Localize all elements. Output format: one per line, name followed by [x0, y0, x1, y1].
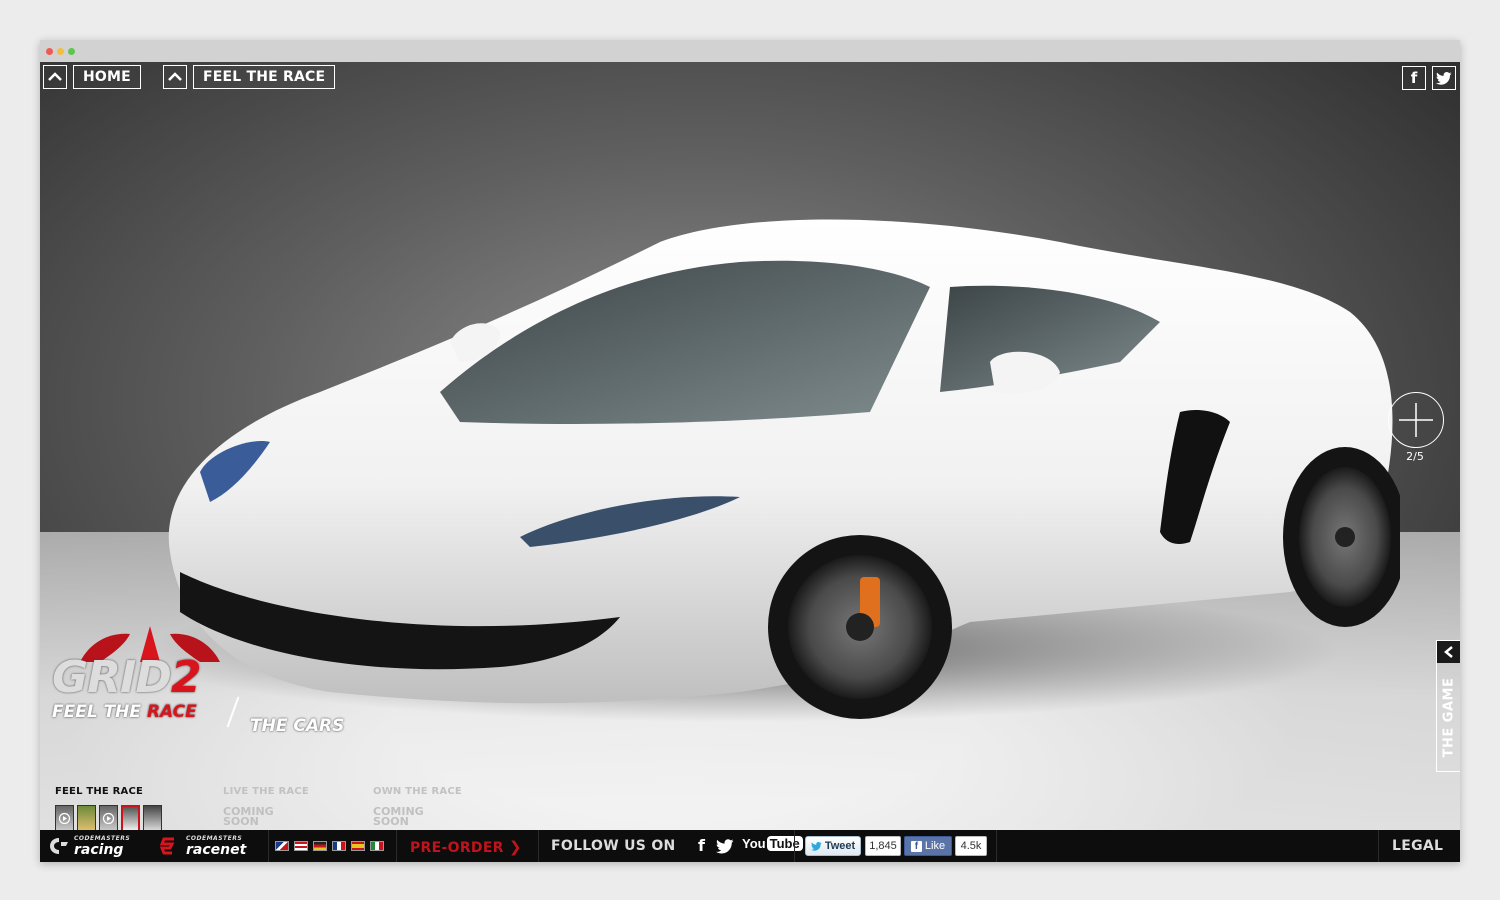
twitter-top-button[interactable] [1432, 66, 1456, 90]
window-minimize-dot[interactable] [57, 48, 64, 55]
flag-uk[interactable] [275, 841, 289, 851]
slide-counter: 2/5 [1406, 450, 1424, 463]
like-count: 4.5k [955, 836, 987, 856]
racenet-icon [160, 837, 175, 855]
feel-the-race-nav-label: FEEL THE RACE [203, 69, 326, 85]
flag-us[interactable] [294, 841, 308, 851]
window-titlebar [40, 40, 1460, 62]
twitter-icon [1436, 71, 1452, 85]
tweet-label: Tweet [824, 840, 856, 852]
flag-es[interactable] [351, 841, 365, 851]
section-title-feel: FEEL THE RACE [55, 786, 144, 797]
chevron-up-icon [48, 72, 62, 81]
feel-up-button[interactable] [163, 65, 187, 89]
logo-grid-text: GRID2 [52, 652, 202, 703]
play-icon [58, 812, 71, 825]
footer-divider [268, 830, 269, 862]
twitter-icon[interactable] [716, 839, 734, 854]
thumbnail-active-car[interactable] [121, 805, 140, 830]
codemasters-racenet-link[interactable]: CODEMASTERS racenet [186, 836, 246, 859]
footer-bar: CODEMASTERS racing CODEMASTERS racenet PRE… [40, 830, 1460, 862]
facebook-like-button[interactable]: f Like [904, 836, 952, 856]
play-icon [102, 812, 115, 825]
thumbnail-image-5[interactable] [143, 805, 162, 830]
home-nav-button[interactable]: HOME [73, 65, 141, 89]
footer-divider [396, 830, 397, 862]
section-title-own: OWN THE RACE [373, 786, 462, 797]
footer-divider [794, 830, 795, 862]
window-close-dot[interactable] [46, 48, 53, 55]
live-coming-soon: COMING SOON [223, 805, 274, 828]
thumbnail-strip [55, 805, 162, 830]
flag-fr[interactable] [332, 841, 346, 851]
thumbnail-video-1[interactable] [55, 805, 74, 830]
like-label: Like [924, 840, 946, 852]
zoom-button[interactable] [1388, 392, 1444, 448]
thumbnail-video-3[interactable] [99, 805, 118, 830]
legal-link[interactable]: LEGAL [1392, 838, 1443, 854]
chevron-left-icon [1443, 646, 1453, 658]
tweet-button[interactable]: Tweet [805, 836, 861, 856]
section-title-live: LIVE THE RACE [223, 786, 309, 797]
codemasters-racing-link[interactable]: CODEMASTERS racing [74, 836, 130, 859]
twitter-bird-icon [810, 841, 822, 851]
window-zoom-dot[interactable] [68, 48, 75, 55]
home-up-button[interactable] [43, 65, 67, 89]
plus-icon [1399, 403, 1433, 437]
facebook-square-icon: f [910, 840, 922, 852]
section-own-the-race: OWN THE RACE COMING SOON [373, 786, 462, 827]
thumbnail-image-2[interactable] [77, 805, 96, 830]
home-nav-label: HOME [83, 69, 131, 85]
section-live-the-race: LIVE THE RACE COMING SOON [223, 786, 309, 827]
side-tab-arrow[interactable] [1437, 641, 1460, 663]
browser-window: HOME FEEL THE RACE f 2/5 THE GAME GRID2 … [40, 40, 1460, 862]
facebook-icon[interactable]: f [698, 836, 705, 855]
flag-it[interactable] [370, 841, 384, 851]
hero-stage: HOME FEEL THE RACE f 2/5 THE GAME GRID2 … [40, 62, 1460, 830]
flag-de[interactable] [313, 841, 327, 851]
feel-the-race-nav-button[interactable]: FEEL THE RACE [193, 65, 336, 89]
logo-the-cars: THE CARS [250, 716, 345, 736]
footer-divider [996, 830, 997, 862]
logo-feel-the-race: FEEL THE RACE [52, 702, 197, 722]
tweet-count: 1,845 [865, 836, 901, 856]
follow-us-label: FOLLOW US ON [551, 838, 676, 854]
own-coming-soon: COMING SOON [373, 805, 424, 828]
grid2-logo: GRID2 FEEL THE RACE THE CARS [50, 622, 390, 736]
chevron-up-icon [168, 72, 182, 81]
pre-order-link[interactable]: PRE-ORDER ❯ [410, 838, 522, 856]
the-game-side-tab[interactable]: THE GAME [1436, 640, 1460, 772]
codemasters-emblem-icon [50, 838, 68, 854]
facebook-top-button[interactable]: f [1402, 66, 1426, 90]
facebook-icon: f [1410, 69, 1418, 87]
footer-divider [1378, 830, 1379, 862]
section-feel-the-race: FEEL THE RACE [55, 786, 162, 830]
logo-slash [226, 696, 240, 728]
footer-divider [538, 830, 539, 862]
side-tab-label: THE GAME [1441, 677, 1457, 757]
